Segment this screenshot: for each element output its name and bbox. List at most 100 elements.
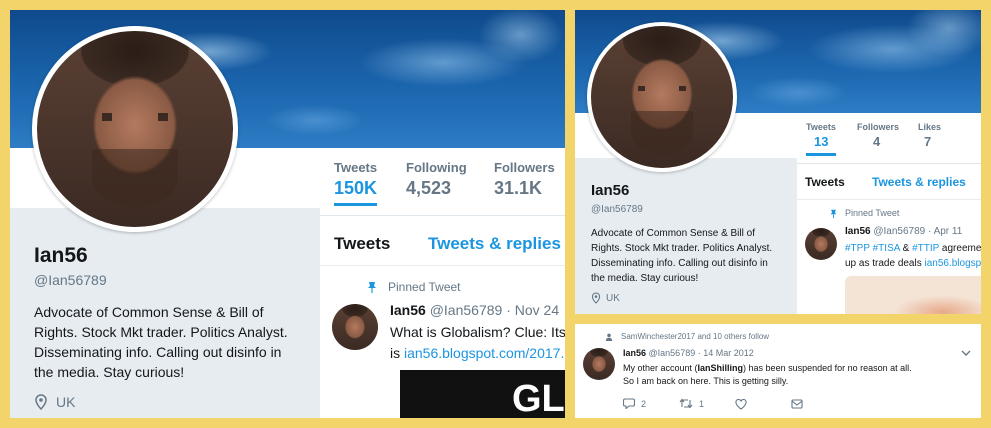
tweet-media[interactable]: GLO	[400, 370, 565, 418]
reply-count: 2	[641, 398, 647, 409]
tweet-author-name[interactable]: Ian56	[390, 302, 426, 318]
tweet-date[interactable]: · Nov 24	[506, 302, 559, 318]
timeline-tabs: Tweets Tweets & replies	[797, 164, 981, 200]
profile-bio: Advocate of Common Sense & Bill of Right…	[591, 226, 801, 286]
tweet-text: My other account (IanShilling) has been …	[623, 362, 912, 388]
tweet-line: #TPP #TISA & #TTIP agreement	[845, 241, 981, 256]
stat-value: 7	[924, 134, 932, 149]
pinned-text: Pinned Tweet	[388, 280, 461, 294]
profile-location: UK	[591, 292, 620, 304]
profile-avatar[interactable]	[32, 26, 238, 232]
tab-tweets-replies[interactable]: Tweets & replies	[872, 175, 966, 189]
location-text: UK	[56, 394, 76, 410]
tweet-link[interactable]: ian56.blogspo...	[925, 258, 982, 269]
stat-value: 4	[873, 134, 881, 149]
message-icon[interactable]	[791, 399, 803, 409]
tweet-media[interactable]	[845, 276, 981, 314]
tweet-date[interactable]: · 14 Mar 2012	[698, 348, 754, 358]
bio-line: Advocate of Common Sense & Bill of	[591, 228, 755, 239]
stat-label: Following	[406, 160, 467, 175]
tab-tweets[interactable]: Tweets	[805, 175, 845, 189]
stat-value: 13	[814, 134, 829, 149]
stat-value: 150K	[334, 178, 378, 198]
stat-label: Tweets	[806, 122, 836, 132]
retweet-count: 1	[699, 398, 705, 409]
profile-sidebar: Ian56 @Ian56789 Advocate of Common Sense…	[575, 158, 797, 314]
followed-by-text[interactable]: SamWinchester2017 and 10 others follow	[621, 332, 769, 341]
mention-account: IanShilling	[697, 363, 744, 373]
pin-icon	[830, 209, 837, 218]
profile-name: Ian56	[591, 182, 630, 199]
profile-avatar[interactable]	[587, 22, 737, 172]
avatar-beard	[91, 148, 179, 208]
reply-action[interactable]: 2	[623, 398, 646, 409]
tweet-line-prefix: My other account (	[623, 363, 698, 373]
tweet-line: up as trade deals ian56.blogspo...	[845, 256, 981, 271]
tweet-line: So I am back on here. This is getting si…	[623, 376, 789, 386]
avatar-eyes	[637, 85, 687, 92]
tweet-author-name[interactable]: Ian56	[845, 226, 871, 237]
tweet-line-suffix: ) has been suspended for no reason at al…	[743, 363, 912, 373]
tweet-author-name[interactable]: Ian56	[623, 348, 646, 358]
stat-followers[interactable]: Followers 4	[857, 122, 899, 149]
right-profile-panel: Tweets 13 Followers 4 Likes 7 Ian56 @Ian…	[575, 10, 981, 314]
tweet-line: is ian56.blogspot.com/2017...	[390, 343, 565, 364]
hashtag-link[interactable]: #TTIP	[912, 243, 939, 254]
tweet-author-handle[interactable]: @Ian56789	[430, 302, 503, 318]
follow-tweet-panel: SamWinchester2017 and 10 others follow I…	[575, 324, 981, 418]
pinned-label: Pinned Tweet	[366, 280, 461, 294]
stat-label: Followers	[494, 160, 555, 175]
pinned-label: Pinned Tweet	[829, 208, 899, 218]
avatar-beard	[630, 111, 694, 154]
bio-line: the media. Stay curious!	[591, 273, 699, 284]
profile-handle[interactable]: @Ian56789	[34, 272, 107, 288]
bio-line: Rights. Stock Mkt trader. Politics Analy…	[34, 324, 288, 340]
bio-line: Advocate of Common Sense & Bill of	[34, 304, 264, 320]
tweet-link[interactable]: ian56.blogspot.com/2017...	[404, 345, 565, 361]
tweet-line-prefix: is	[390, 345, 404, 361]
hashtag-link[interactable]: #TPP	[845, 243, 870, 254]
bio-line: Disseminating info. Calling out disinfo …	[34, 344, 282, 360]
timeline-tabs: Tweets Tweets & replies	[320, 218, 565, 266]
tweet-actions: 2 1	[623, 398, 823, 412]
reply-icon	[623, 398, 635, 409]
person-icon	[605, 333, 613, 341]
tweet-avatar[interactable]	[805, 228, 837, 260]
hashtag-link[interactable]: #TISA	[873, 243, 900, 254]
retweet-action[interactable]: 1	[679, 398, 704, 409]
timeline: Tweets Tweets & replies Pinned Tweet Ian…	[320, 218, 565, 418]
tweet-line-prefix: up as trade deals	[845, 258, 925, 269]
stat-label: Likes	[918, 122, 942, 132]
profile-handle[interactable]: @Ian56789	[591, 204, 643, 215]
tweet-author-handle[interactable]: @Ian56789	[873, 226, 925, 237]
avatar-eyes	[101, 113, 169, 122]
tweet-author-handle[interactable]: @Ian56789	[649, 348, 696, 358]
pinned-text: Pinned Tweet	[845, 208, 900, 218]
tab-tweets-replies[interactable]: Tweets & replies	[428, 234, 561, 254]
stat-tweets[interactable]: Tweets 150K	[334, 160, 378, 206]
heart-icon[interactable]	[735, 399, 747, 410]
stat-tweets[interactable]: Tweets 13	[806, 122, 836, 156]
profile-name: Ian56	[34, 244, 88, 267]
tweet-text: What is Globalism? Clue: Its is ian56.bl…	[390, 322, 565, 364]
stat-value: 31.1K	[494, 178, 543, 198]
tweet-date[interactable]: · Apr 11	[928, 226, 962, 237]
stat-label: Followers	[857, 122, 900, 132]
tweet-text: #TPP #TISA & #TTIP agreement up as trade…	[845, 241, 981, 271]
chevron-down-icon[interactable]	[961, 350, 971, 357]
bio-line: the media. Stay curious!	[34, 364, 185, 380]
tweet-header: Ian56 @Ian56789 · 14 Mar 2012	[623, 348, 754, 358]
stat-likes[interactable]: Likes 7	[918, 122, 941, 149]
media-text: GLO	[512, 378, 565, 418]
tab-tweets[interactable]: Tweets	[334, 234, 390, 254]
location-icon	[591, 292, 601, 304]
tweet-avatar[interactable]	[583, 348, 615, 380]
pin-icon	[368, 282, 376, 293]
tweet-header: Ian56 @Ian56789 · Apr 11	[845, 226, 962, 237]
tweet-avatar[interactable]	[332, 304, 378, 350]
stat-following[interactable]: Following 4,523	[406, 160, 467, 199]
stat-followers[interactable]: Followers 31.1K	[494, 160, 555, 199]
followed-by-context: SamWinchester2017 and 10 others follow	[605, 332, 769, 341]
stat-label: Tweets	[334, 160, 378, 175]
stat-value: 4,523	[406, 178, 452, 198]
